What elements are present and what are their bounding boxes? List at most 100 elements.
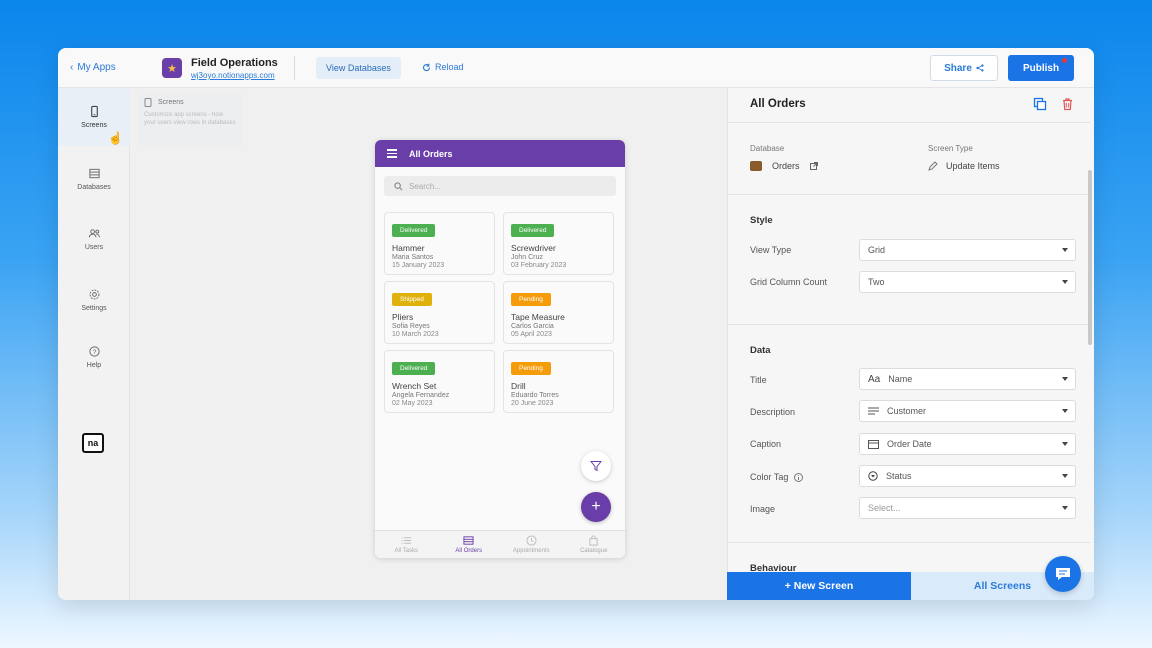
text-lines-icon [868,407,879,414]
card-date: 15 January 2023 [392,262,445,269]
grid-column-count-select[interactable]: Two [859,271,1076,293]
briefcase-icon [750,161,762,171]
description-select[interactable]: Customer [859,400,1076,422]
color-tag-value: Status [886,471,912,481]
share-button[interactable]: Share [930,55,998,81]
reload-button[interactable]: Reload [422,62,464,72]
caption-select[interactable]: Order Date [859,433,1076,455]
image-placeholder: Select... [868,503,901,513]
panel-scrollbar[interactable] [1088,170,1092,345]
nav-item-users[interactable]: Users [58,210,130,268]
tooltip-title: Screens [144,98,236,107]
calendar-icon [868,440,879,449]
caption-label: Caption [750,439,782,449]
publish-button[interactable]: Publish [1008,55,1074,81]
order-card[interactable]: Delivered Hammer Maria Santos 15 January… [384,212,495,275]
card-customer: John Cruz [511,254,543,261]
order-card[interactable]: Shipped Pliers Sofia Reyes 10 March 2023 [384,281,495,344]
new-screen-button[interactable]: + New Screen [727,572,911,600]
database-name: Orders [772,161,800,171]
color-tag-select[interactable]: Status [859,465,1076,487]
filter-button[interactable] [581,451,611,481]
phone-preview: All Orders Search... Delivered Hammer Ma… [375,140,625,558]
list-icon [401,537,411,544]
top-bar: ‹ My Apps ★ Field Operations wj3oyo.noti… [58,48,1094,88]
nav-label-users: Users [84,244,104,251]
tab-label: Appointments [512,548,550,554]
tab-all-tasks[interactable]: All Tasks [375,531,438,558]
description-label: Description [750,407,796,417]
card-title: Hammer [392,243,425,253]
bag-icon [589,535,598,546]
screen-type-value: Update Items [928,161,1000,171]
pencil-icon [928,161,938,171]
phone-icon [144,98,152,107]
card-title: Screwdriver [511,243,556,253]
color-tag-label-text: Color Tag [750,472,789,482]
status-icon [868,471,878,481]
app-window: ‹ My Apps ★ Field Operations wj3oyo.noti… [58,48,1094,600]
users-icon [88,229,100,238]
notification-dot [1062,58,1067,63]
caret-down-icon [1062,474,1068,478]
style-heading: Style [750,215,773,226]
status-badge: Pending [511,362,551,375]
phone-search-input[interactable]: Search... [384,176,616,196]
nav-label-settings: Settings [81,305,107,312]
my-apps-link[interactable]: ‹ My Apps [70,62,116,73]
order-card[interactable]: Delivered Screwdriver John Cruz 03 Febru… [503,212,614,275]
card-customer: Carlos Garcia [511,323,554,330]
text-type-icon: Aa [868,373,881,385]
card-title: Pliers [392,312,414,322]
order-card[interactable]: Delivered Wrench Set Angela Fernandez 02… [384,350,495,413]
caret-down-icon [1062,280,1068,284]
nav-item-settings[interactable]: Settings [58,271,130,329]
card-date: 02 May 2023 [392,400,433,407]
description-value: Customer [887,406,927,416]
menu-icon[interactable] [387,149,397,158]
screen-type-name: Update Items [946,161,1000,171]
tab-catalogue[interactable]: Catalogue [563,531,626,558]
divider [728,542,1090,543]
info-icon[interactable] [794,472,804,482]
publish-label: Publish [1022,62,1060,74]
order-card[interactable]: Pending Drill Eduardo Torres 20 June 202… [503,350,614,413]
preview-canvas: All Orders Search... Delivered Hammer Ma… [130,88,727,600]
nav-item-help[interactable]: ? Help [58,328,130,386]
add-item-button[interactable]: + [581,492,611,522]
phone-tab-bar: All Tasks All Orders Appointments Catalo… [375,530,625,558]
phone-icon [90,105,98,118]
svg-text:?: ? [92,349,96,356]
title-select[interactable]: Aa Name [859,368,1076,390]
card-date: 20 June 2023 [511,400,554,407]
order-card[interactable]: Pending Tape Measure Carlos Garcia 05 Ap… [503,281,614,344]
chat-button[interactable] [1045,556,1081,592]
view-type-select[interactable]: Grid [859,239,1076,261]
nav-item-databases[interactable]: Databases [58,150,130,208]
clock-icon [526,535,537,546]
delete-icon[interactable] [1061,97,1074,111]
phone-header: All Orders [375,140,625,167]
image-select[interactable]: Select... [859,497,1076,519]
grid-column-count-label: Grid Column Count [750,277,828,287]
app-title: Field Operations [191,57,278,69]
tooltip-title-text: Screens [158,99,184,106]
my-apps-label: My Apps [77,62,116,73]
database-value[interactable]: Orders [750,161,818,171]
view-databases-button[interactable]: View Databases [316,57,401,79]
divider [294,56,295,80]
card-title: Tape Measure [511,312,565,322]
caret-down-icon [1062,442,1068,446]
card-date: 05 April 2023 [511,331,552,338]
reload-icon [422,63,431,71]
tab-all-orders[interactable]: All Orders [438,531,501,558]
duplicate-icon[interactable] [1033,97,1047,111]
panel-title: All Orders [750,98,806,110]
tooltip-body: Customize app screens - how your users v… [144,112,236,126]
tab-appointments[interactable]: Appointments [500,531,563,558]
grid-column-count-value: Two [868,277,885,287]
screen-type-label: Screen Type [928,144,973,153]
notionapps-logo: na [82,433,104,453]
app-url-link[interactable]: wj3oyo.notionapps.com [191,71,275,80]
title-label: Title [750,375,767,385]
